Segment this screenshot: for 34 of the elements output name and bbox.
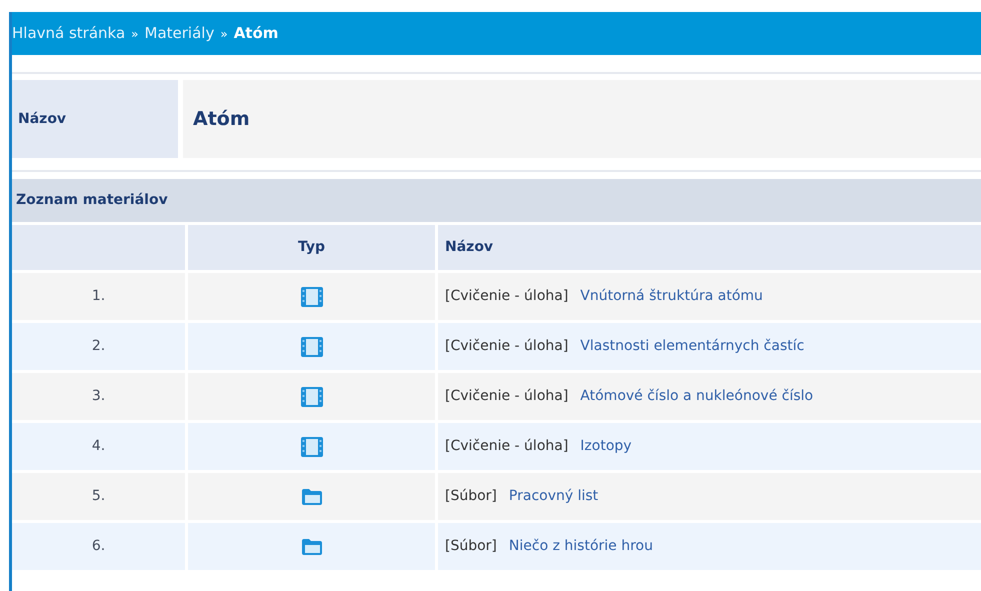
film-icon [300, 336, 322, 358]
material-link[interactable]: Vnútorná štruktúra atómu [580, 286, 763, 307]
breadcrumb-current: Atóm [234, 23, 278, 44]
material-link[interactable]: Izotopy [580, 436, 632, 457]
material-type: [Cvičenie - úloha] [445, 387, 568, 406]
folder-icon [300, 538, 322, 556]
material-link[interactable]: Vlastnosti elementárnych častíc [580, 336, 804, 357]
material-type: [Súbor] [445, 537, 497, 556]
material-link[interactable]: Atómové číslo a nukleónové číslo [580, 386, 814, 407]
material-type: [Cvičenie - úloha] [445, 337, 568, 356]
film-icon [300, 386, 322, 408]
breadcrumb-separator: » [220, 26, 228, 42]
section-header: Zoznam materiálov [12, 179, 981, 222]
field-label: Názov [12, 80, 178, 158]
row-number: 5. [12, 473, 185, 520]
material-type: [Súbor] [445, 487, 497, 506]
row-number: 6. [12, 523, 185, 570]
row-number: 4. [12, 423, 185, 470]
material-type: [Cvičenie - úloha] [445, 437, 568, 456]
column-header: Typ [188, 225, 435, 270]
row-number: 1. [12, 273, 185, 320]
row-number: 2. [12, 323, 185, 370]
column-header: Názov [438, 225, 981, 270]
breadcrumb-link[interactable]: Hlavná stránka [12, 22, 126, 45]
film-icon [300, 436, 322, 458]
material-link[interactable]: Pracovný list [508, 486, 598, 507]
film-icon [300, 286, 322, 308]
breadcrumb-link[interactable]: Materiály [144, 22, 214, 45]
field-value: Atóm [183, 80, 981, 158]
folder-icon [300, 488, 322, 506]
row-number: 3. [12, 373, 185, 420]
material-type: [Cvičenie - úloha] [445, 287, 568, 306]
material-link[interactable]: Niečo z histórie hrou [508, 536, 653, 557]
breadcrumb-separator: » [131, 26, 139, 42]
